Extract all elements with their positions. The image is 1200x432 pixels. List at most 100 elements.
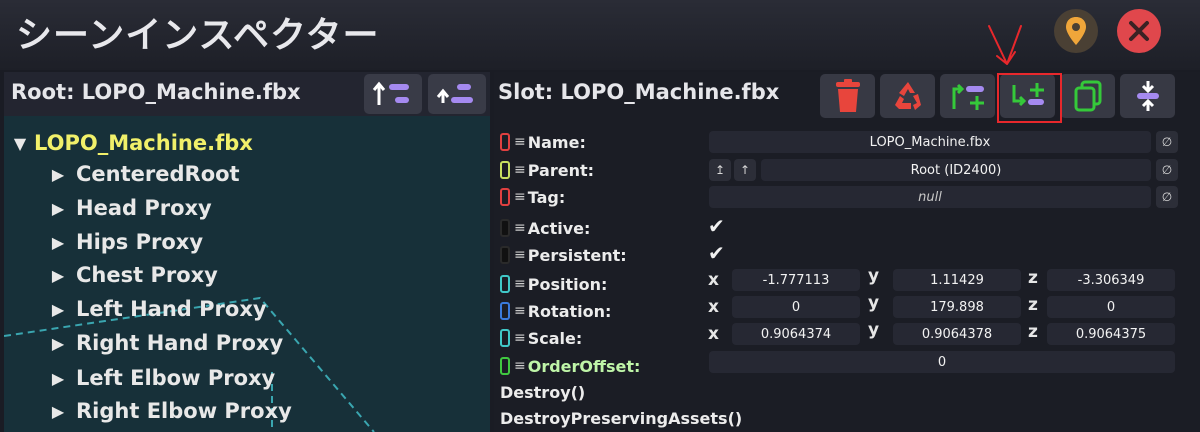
type-tag-icon: [500, 329, 510, 347]
menu-icon[interactable]: ≡: [514, 189, 526, 205]
collapsed-arrow-icon[interactable]: ▶: [48, 300, 68, 319]
orderoffset-label: OrderOffset:: [527, 356, 641, 376]
insert-parent-icon: [952, 83, 984, 110]
rotation-y-field[interactable]: 179.898: [893, 296, 1021, 318]
insert-parent-button[interactable]: [940, 74, 995, 118]
tag-property: ≡ Tag:: [500, 185, 565, 209]
tree-item-label: Head Proxy: [76, 196, 212, 220]
tree-item[interactable]: ▶ Right Hand Proxy: [48, 327, 283, 359]
axis-z-label: z: [1028, 322, 1038, 342]
tree-item[interactable]: ▶ Head Proxy: [48, 192, 212, 224]
center-button[interactable]: [1120, 74, 1175, 118]
location-pin-icon: [1066, 17, 1086, 45]
destroy-method[interactable]: Destroy(): [500, 383, 585, 402]
scale-z-field[interactable]: 0.9064375: [1047, 323, 1175, 345]
rotation-label: Rotation:: [527, 301, 612, 321]
active-label: Active:: [527, 218, 591, 238]
annotation-arrow-icon: [988, 25, 1022, 65]
type-tag-icon: [500, 302, 510, 320]
tree-item[interactable]: ▶ Right Elbow Proxy: [48, 395, 292, 427]
close-button[interactable]: [1117, 9, 1161, 53]
position-y-field[interactable]: 1.11429: [893, 269, 1021, 291]
tag-field[interactable]: null: [709, 186, 1151, 208]
tree-item[interactable]: ▶ Hips Proxy: [48, 226, 203, 258]
menu-icon[interactable]: ≡: [514, 162, 526, 178]
parent-property: ≡ Parent:: [500, 158, 594, 182]
menu-icon[interactable]: ≡: [514, 276, 526, 292]
menu-icon[interactable]: ≡: [514, 134, 526, 150]
null-button[interactable]: ∅: [1156, 186, 1178, 208]
parent-select-button[interactable]: ↑: [734, 159, 756, 181]
position-z-field[interactable]: -3.306349: [1047, 269, 1175, 291]
tree-item-label: Right Elbow Proxy: [76, 399, 292, 423]
active-checkbox[interactable]: ✔: [708, 214, 725, 238]
name-property: ≡ Name:: [500, 130, 586, 154]
type-tag-icon: [500, 219, 510, 237]
collapsed-arrow-icon[interactable]: ▶: [48, 199, 68, 218]
persistent-label: Persistent:: [527, 245, 627, 265]
rotation-x-field[interactable]: 0: [732, 296, 860, 318]
orderoffset-field[interactable]: 0: [709, 351, 1175, 373]
scale-x-field[interactable]: 0.9064374: [732, 323, 860, 345]
type-tag-icon: [500, 161, 510, 179]
rotation-property: ≡ Rotation:: [500, 299, 611, 323]
axis-z-label: z: [1028, 268, 1038, 288]
destroy-preserving-assets-method[interactable]: DestroyPreservingAssets(): [500, 409, 742, 428]
trash-icon: [835, 79, 860, 112]
tree-item-label: Left Elbow Proxy: [76, 366, 276, 390]
type-tag-icon: [500, 133, 510, 151]
position-label: Position:: [527, 274, 608, 294]
null-button[interactable]: ∅: [1156, 159, 1178, 181]
tree-item-root[interactable]: ▼ LOPO_Machine.fbx: [10, 127, 253, 159]
collapsed-arrow-icon[interactable]: ▶: [48, 369, 68, 388]
center-icon: [1136, 81, 1159, 111]
menu-icon[interactable]: ≡: [514, 303, 526, 319]
axis-y-label: y: [868, 266, 880, 286]
null-button[interactable]: ∅: [1156, 131, 1178, 153]
collapsed-arrow-icon[interactable]: ▶: [48, 266, 68, 285]
collapsed-arrow-icon[interactable]: ▶: [48, 334, 68, 353]
menu-icon[interactable]: ≡: [514, 330, 526, 346]
tree-item[interactable]: ▶ Left Elbow Proxy: [48, 362, 275, 394]
axis-z-label: z: [1028, 295, 1038, 315]
expanded-arrow-icon[interactable]: ▼: [10, 134, 30, 153]
destroy-preserve-button[interactable]: [880, 74, 935, 118]
tree-item-label: Right Hand Proxy: [76, 331, 284, 355]
menu-icon[interactable]: ≡: [514, 220, 526, 236]
collapsed-arrow-icon[interactable]: ▶: [48, 233, 68, 252]
tree-item-label: CenteredRoot: [76, 162, 240, 186]
tree-item[interactable]: ▶ Left Hand Proxy: [48, 293, 267, 325]
tree-item-label: Chest Proxy: [76, 263, 218, 287]
destroy-button[interactable]: [820, 74, 875, 118]
tree-item[interactable]: ▶ Chest Proxy: [48, 259, 218, 291]
axis-y-label: y: [868, 293, 880, 313]
highlight-box: [997, 73, 1062, 123]
pin-button[interactable]: [1054, 9, 1098, 53]
rotation-z-field[interactable]: 0: [1047, 296, 1175, 318]
scale-property: ≡ Scale:: [500, 326, 582, 350]
duplicate-button[interactable]: [1060, 74, 1115, 118]
active-property: ≡ Active:: [500, 216, 590, 240]
name-field[interactable]: LOPO_Machine.fbx: [709, 131, 1151, 153]
collapsed-arrow-icon[interactable]: ▶: [48, 402, 68, 421]
hierarchy-panel: Root: LOPO_Machine.fbx ▼ LOPO_Machine.fb…: [4, 72, 490, 432]
position-x-field[interactable]: -1.777113: [732, 269, 860, 291]
duplicate-icon: [1074, 80, 1101, 112]
parent-up-button[interactable]: ↥: [709, 159, 731, 181]
scale-label: Scale:: [527, 328, 583, 348]
tree-item-label: LOPO_Machine.fbx: [34, 131, 253, 155]
persistent-checkbox[interactable]: ✔: [708, 241, 725, 265]
tag-label: Tag:: [527, 187, 566, 207]
scale-y-field[interactable]: 0.9064378: [893, 323, 1021, 345]
close-icon: [1129, 21, 1149, 41]
collapsed-arrow-icon[interactable]: ▶: [48, 165, 68, 184]
menu-icon[interactable]: ≡: [514, 358, 526, 374]
tree-item-label: Left Hand Proxy: [76, 297, 267, 321]
tree-item[interactable]: ▶ CenteredRoot: [48, 158, 240, 190]
menu-icon[interactable]: ≡: [514, 247, 526, 263]
window-title: シーンインスペクター: [16, 15, 380, 56]
persistent-property: ≡ Persistent:: [500, 243, 627, 267]
axis-x-label: x: [708, 297, 719, 317]
parent-label: Parent:: [527, 160, 595, 180]
parent-field[interactable]: Root (ID2400): [761, 159, 1151, 181]
